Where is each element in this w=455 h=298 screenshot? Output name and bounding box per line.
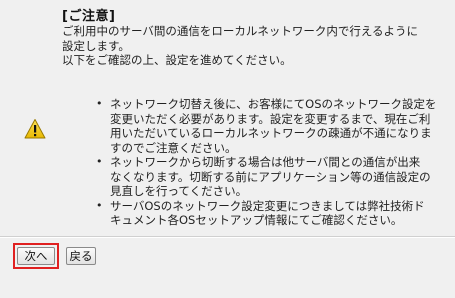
warning-icon: [24, 119, 46, 139]
divider-highlight: [0, 237, 455, 238]
note-line: 見直しを行ってください。: [110, 184, 248, 198]
note-line: 変更いただく必要があります。設定を変更するまで、現在ご利: [110, 111, 431, 126]
notice-title: [ご注意]: [62, 9, 116, 24]
note-line: なくなります。切断する前にアプリケーション等の通信設定の: [110, 169, 431, 184]
back-button[interactable]: 戻る: [66, 247, 96, 265]
note-line: ネットワーク切替え後に、お客様にてOSのネットワーク設定を: [110, 97, 437, 111]
notice-panel: [ご注意] ご利用中のサーバ間の通信をローカルネットワーク内で行えるように 設定…: [0, 0, 455, 236]
intro-line: 設定します。: [62, 38, 130, 53]
notes-list: • ネットワーク切替え後に、お客様にてOSのネットワーク設定を 変更いただく必要…: [92, 97, 442, 228]
note-line: サーバOSのネットワーク設定変更につきましては弊社技術ド: [110, 198, 425, 213]
notice-intro: ご利用中のサーバ間の通信をローカルネットワーク内で行えるように 設定します。 以…: [62, 24, 432, 68]
next-button[interactable]: 次へ: [17, 247, 55, 265]
intro-line: 以下をご確認の上、設定を進めてください。: [62, 53, 292, 67]
note-line: すのでご注意ください。: [110, 140, 237, 155]
note-line: ネットワークから切断する場合は他サーバ間との通信が出来: [110, 155, 421, 169]
list-item: • ネットワークから切断する場合は他サーバ間との通信が出来 なくなります。切断す…: [92, 155, 442, 199]
list-item: • サーバOSのネットワーク設定変更につきましては弊社技術ド キュメント各OSセ…: [92, 199, 442, 228]
note-line: 用いただいているローカルネットワークの疎通が不通になりま: [110, 126, 432, 140]
note-line: キュメント各OSセットアップ情報にてご確認ください。: [110, 213, 403, 227]
list-item: • ネットワーク切替え後に、お客様にてOSのネットワーク設定を 変更いただく必要…: [92, 97, 442, 155]
intro-line: ご利用中のサーバ間の通信をローカルネットワーク内で行えるように: [62, 24, 419, 38]
